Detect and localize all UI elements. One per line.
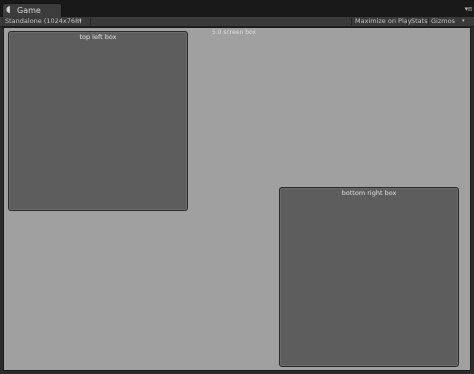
window-menu-icon[interactable]: ▾≡: [465, 4, 473, 14]
screen-box-label: 5.0 screen box: [211, 29, 257, 36]
tab-game-label: Game: [17, 6, 41, 15]
top-left-box: top left box: [8, 31, 188, 211]
bottom-right-box: bottom right box: [279, 187, 459, 367]
maximize-on-play-toggle[interactable]: Maximize on Play: [355, 17, 412, 26]
game-toolbar: Standalone (1024x768) ▾ Maximize on Play…: [0, 17, 474, 27]
toolbar-divider: [351, 18, 352, 25]
top-left-box-label: top left box: [79, 33, 117, 41]
gizmos-dropdown[interactable]: Gizmos: [431, 17, 455, 26]
toolbar-divider: [90, 18, 91, 25]
tab-strip: ◖ Game ▾≡: [0, 0, 474, 18]
chevron-down-icon[interactable]: ▾: [79, 17, 82, 26]
resolution-dropdown[interactable]: Standalone (1024x768): [5, 17, 82, 26]
toolbar-divider: [407, 18, 408, 25]
game-viewport[interactable]: 5.0 screen box top left box bottom right…: [3, 27, 471, 371]
stats-toggle[interactable]: Stats: [411, 17, 428, 26]
chevron-down-icon[interactable]: ▾: [462, 17, 465, 26]
bottom-right-box-label: bottom right box: [341, 189, 397, 197]
tab-game[interactable]: ◖ Game: [2, 3, 62, 17]
game-window: ◖ Game ▾≡ Standalone (1024x768) ▾ Maximi…: [0, 0, 474, 374]
toolbar-divider: [428, 18, 429, 25]
pacman-icon: ◖: [6, 5, 11, 15]
